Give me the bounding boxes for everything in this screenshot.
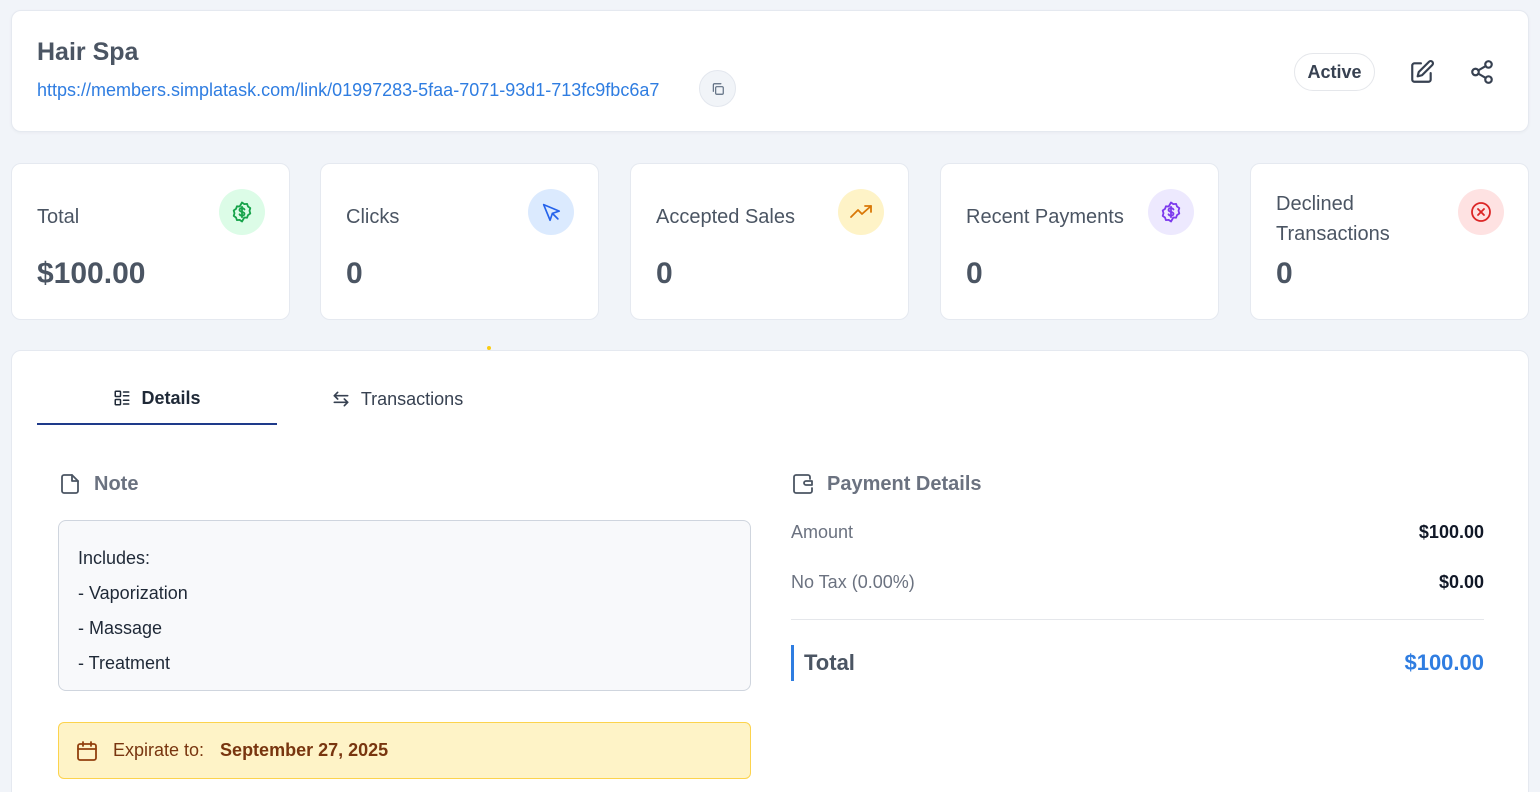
dollar-icon bbox=[232, 201, 252, 223]
amount-row: Amount $100.00 bbox=[791, 522, 1484, 543]
stat-card-clicks: Clicks 0 bbox=[320, 163, 599, 320]
link-header-card: Hair Spa https://members.simplatask.com/… bbox=[11, 10, 1529, 132]
file-icon bbox=[61, 474, 79, 494]
stat-icon-wrap bbox=[838, 189, 884, 235]
stat-label: Recent Payments bbox=[966, 206, 1124, 228]
divider bbox=[791, 619, 1484, 620]
stat-card-accepted-sales: Accepted Sales 0 bbox=[630, 163, 909, 320]
stat-card-recent-payments: Recent Payments 0 bbox=[940, 163, 1219, 320]
stat-icon-wrap bbox=[1458, 189, 1504, 235]
stat-value: 0 bbox=[346, 257, 363, 290]
expiration-date: September 27, 2025 bbox=[220, 740, 389, 760]
edit-icon bbox=[1411, 60, 1434, 83]
copy-link-button[interactable] bbox=[699, 70, 736, 107]
amount-label: Amount bbox=[791, 522, 854, 542]
expiration-banner: Expirate to: September 27, 2025 bbox=[58, 722, 751, 779]
edit-button[interactable] bbox=[1404, 54, 1440, 90]
total-value: $100.00 bbox=[1404, 650, 1484, 675]
stat-label: Accepted Sales bbox=[656, 206, 795, 228]
trending-up-icon bbox=[850, 205, 872, 218]
stat-value: 0 bbox=[966, 257, 983, 290]
share-icon bbox=[1471, 60, 1493, 84]
list-details-icon bbox=[114, 390, 130, 406]
stat-label: Clicks bbox=[346, 206, 400, 228]
total-row: Total $100.00 bbox=[791, 645, 1484, 681]
share-button[interactable] bbox=[1464, 54, 1500, 90]
tab-transactions[interactable]: Transactions bbox=[277, 373, 517, 425]
stat-value: 0 bbox=[656, 257, 673, 290]
stat-icon-wrap bbox=[1148, 189, 1194, 235]
note-line: Includes: bbox=[78, 548, 151, 568]
tab-details[interactable]: Details bbox=[37, 373, 277, 425]
note-line: - Treatment bbox=[78, 653, 171, 673]
wallet-icon bbox=[793, 474, 813, 494]
details-card: Details Transactions Note Includes: - Va… bbox=[11, 350, 1529, 792]
payment-section-title: Payment Details bbox=[791, 472, 982, 496]
tax-label: No Tax (0.00%) bbox=[791, 572, 915, 592]
total-label: Total bbox=[804, 650, 855, 675]
stat-label: Declined Transactions bbox=[1276, 193, 1390, 245]
stat-card-total: Total $100.00 bbox=[11, 163, 290, 320]
tab-label: Details bbox=[141, 387, 201, 408]
calendar-icon bbox=[77, 740, 97, 761]
page-title: Hair Spa bbox=[37, 38, 139, 66]
note-line: - Vaporization bbox=[78, 583, 188, 603]
stat-label: Total bbox=[37, 206, 80, 228]
stat-icon-wrap bbox=[219, 189, 265, 235]
x-circle-icon bbox=[1471, 202, 1491, 222]
note-line: - Massage bbox=[78, 618, 163, 638]
arrows-exchange-icon bbox=[333, 391, 349, 407]
status-badge: Active bbox=[1294, 53, 1375, 91]
copy-icon bbox=[712, 82, 724, 95]
tax-row: No Tax (0.00%) $0.00 bbox=[791, 572, 1484, 593]
stat-icon-wrap bbox=[528, 189, 574, 235]
cursor-icon bbox=[542, 203, 561, 222]
stat-card-declined-transactions: Declined Transactions 0 bbox=[1250, 163, 1529, 320]
stat-value: $100.00 bbox=[37, 257, 146, 290]
tab-label: Transactions bbox=[360, 388, 464, 409]
expiration-label: Expirate to: bbox=[113, 740, 205, 760]
stat-value: 0 bbox=[1276, 257, 1293, 290]
tax-value: $0.00 bbox=[1438, 572, 1484, 592]
note-title-text: Note bbox=[94, 472, 139, 495]
note-section-title: Note bbox=[58, 472, 138, 496]
dollar-icon bbox=[1161, 201, 1181, 223]
payment-link-url[interactable]: https://members.simplatask.com/link/0199… bbox=[37, 80, 659, 101]
amount-value: $100.00 bbox=[1418, 522, 1484, 542]
payment-title-text: Payment Details bbox=[827, 472, 982, 495]
note-box: Includes: - Vaporization - Massage - Tre… bbox=[58, 520, 751, 691]
